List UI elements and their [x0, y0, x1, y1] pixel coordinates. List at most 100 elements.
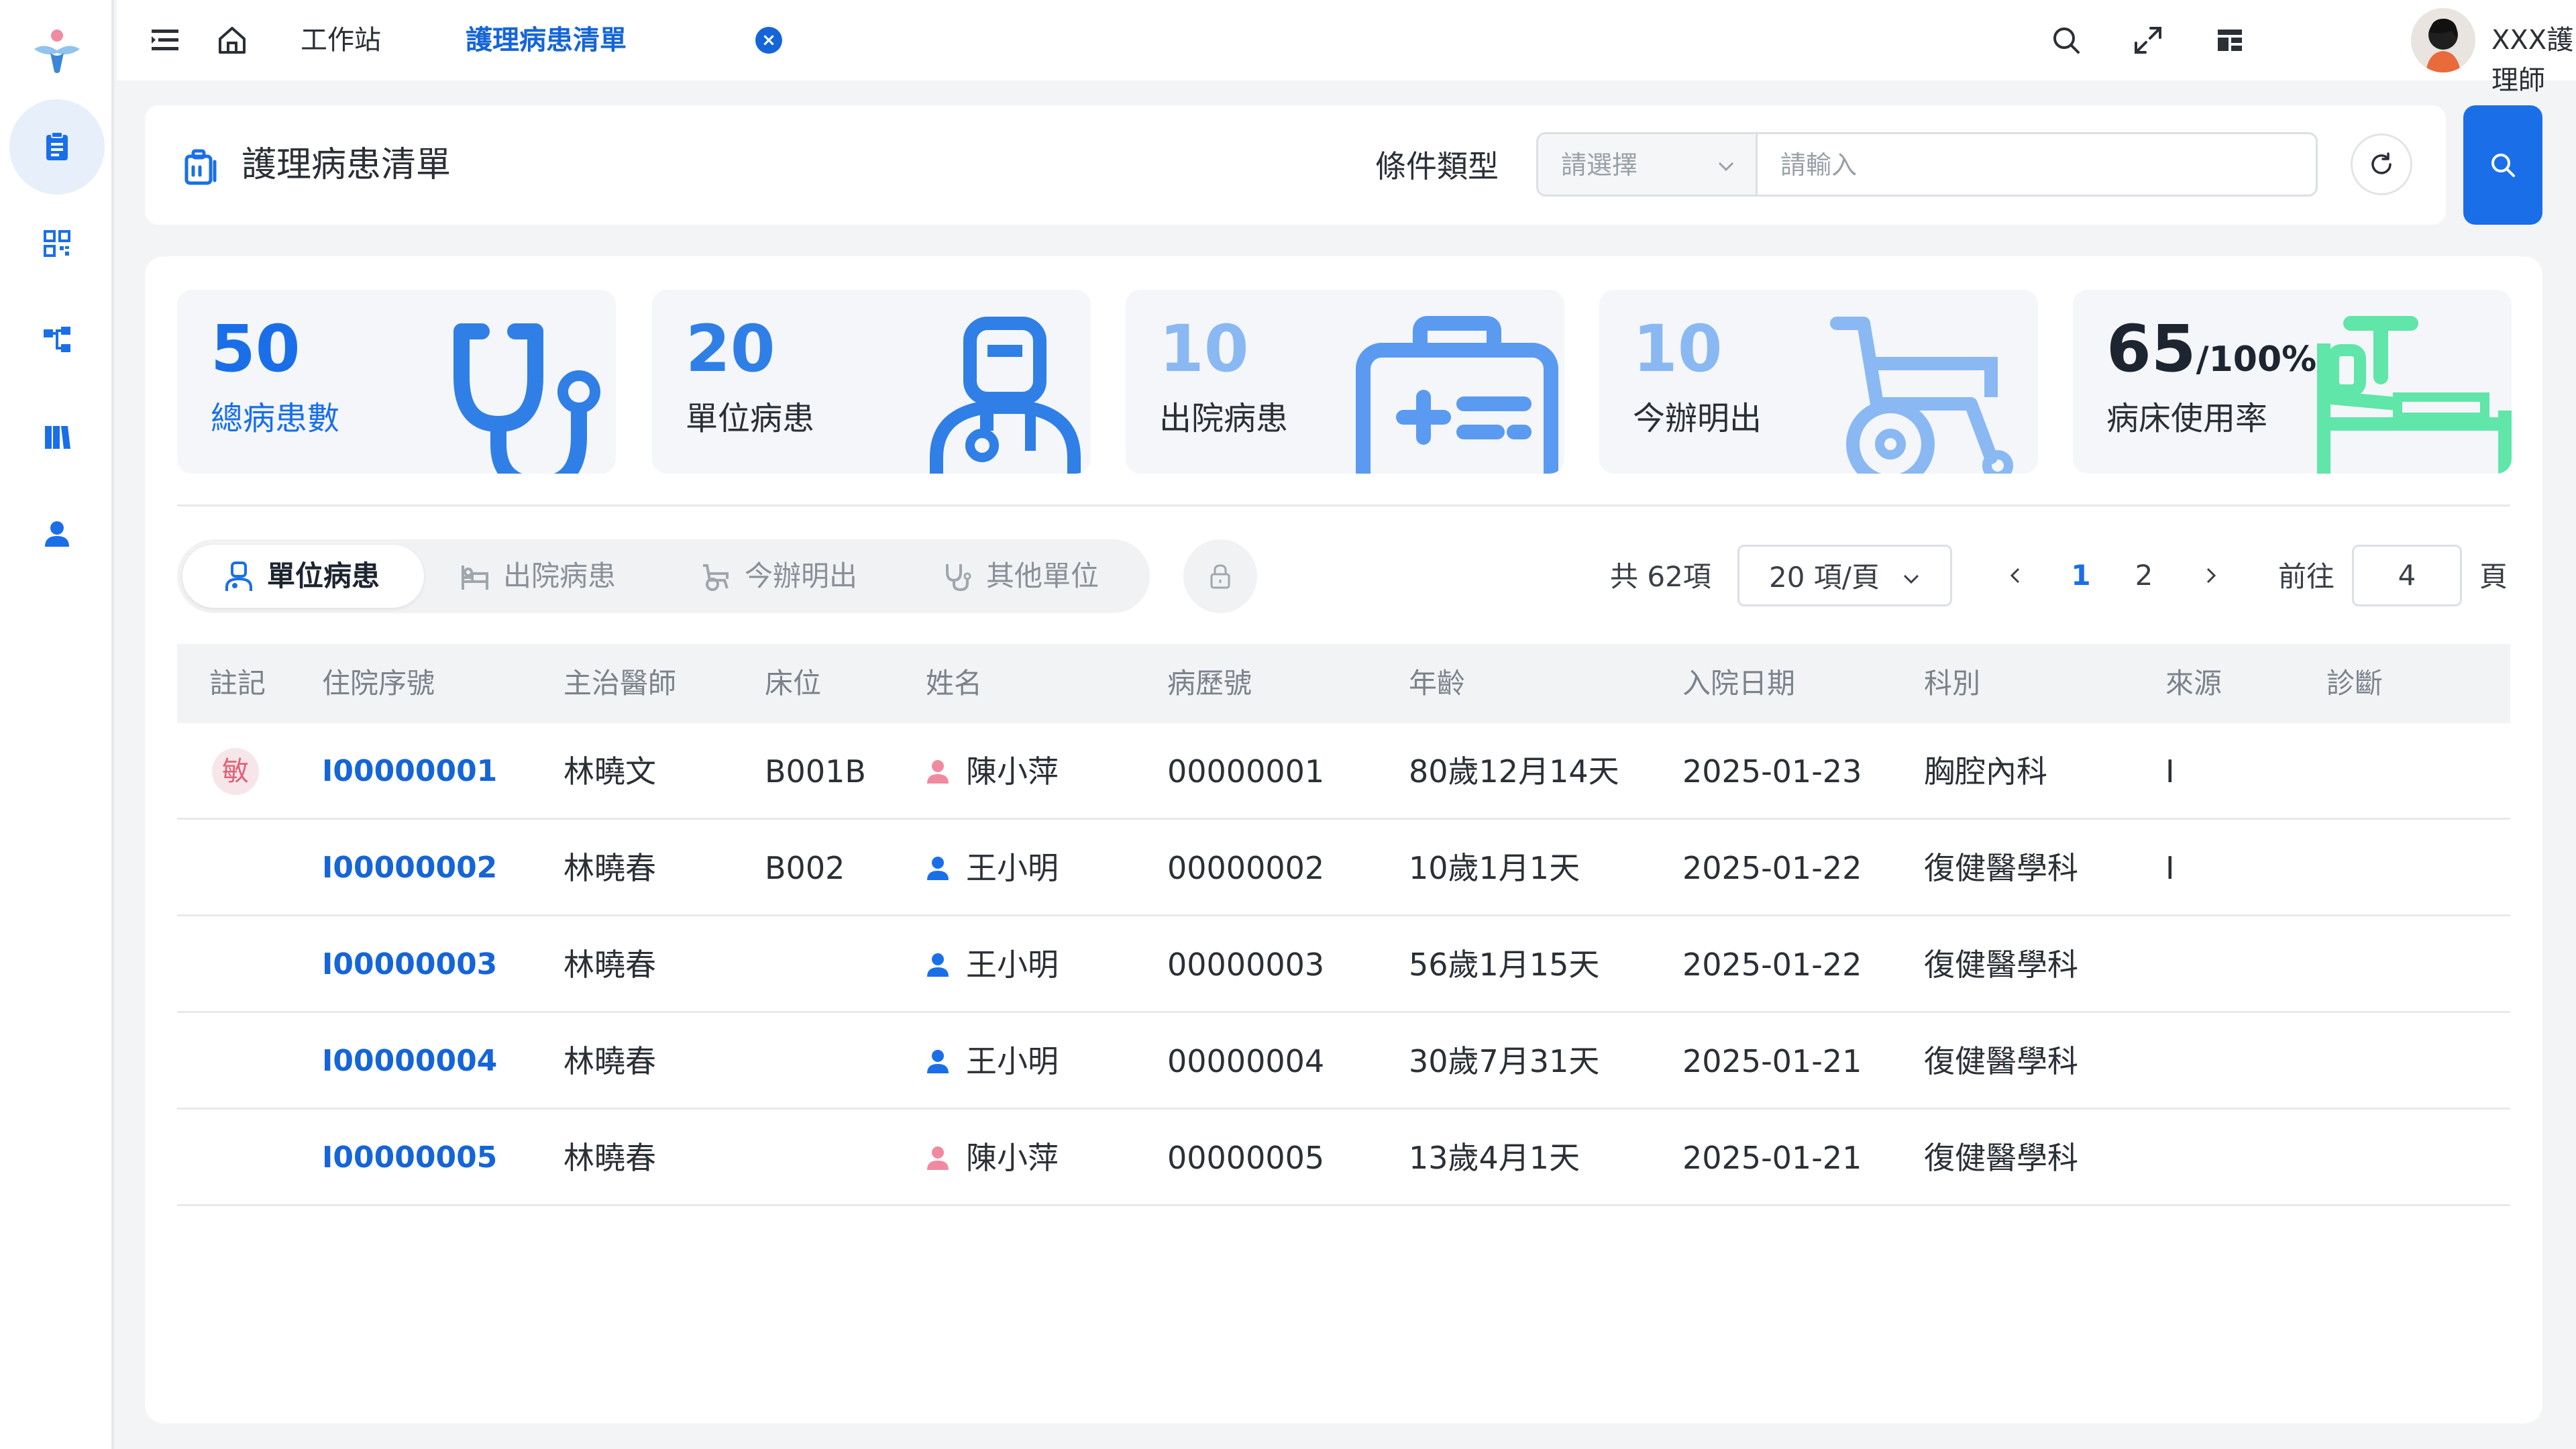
- avatar[interactable]: [2411, 8, 2475, 72]
- stat-card-unit-patients[interactable]: 20 單位病患: [652, 290, 1091, 474]
- table-row[interactable]: I00000005 林曉春 陳小萍 00000005 13歲4月1天 2025-…: [177, 1110, 2510, 1206]
- tab-other-units[interactable]: 其他單位: [942, 545, 1143, 608]
- col-mrn[interactable]: 病歷號: [1167, 663, 1252, 704]
- expand-icon: [2135, 27, 2161, 54]
- dept-cell: 復健醫學科: [1924, 1140, 2078, 1176]
- input-placeholder: 請輸入: [1780, 150, 1858, 180]
- wheelchair-icon: [703, 564, 729, 591]
- admit-date-cell: 2025-01-22: [1682, 947, 1862, 983]
- col-source[interactable]: 來源: [2165, 663, 2222, 704]
- search-icon: [2491, 154, 2515, 177]
- condition-type-select[interactable]: 請選擇: [1536, 132, 1758, 197]
- male-patient-icon: [927, 953, 949, 977]
- source-cell: I: [2165, 850, 2175, 886]
- admission-id-link[interactable]: I00000003: [322, 945, 497, 985]
- goto-label: 前往: [2278, 560, 2335, 593]
- age-cell: 13歲4月1天: [1409, 1140, 1580, 1176]
- col-doctor[interactable]: 主治醫師: [564, 663, 676, 704]
- tab-workstation[interactable]: 工作站: [301, 20, 381, 60]
- refresh-button[interactable]: [2351, 133, 2412, 195]
- doctor-cell: 林曉春: [564, 1140, 656, 1176]
- col-name[interactable]: 姓名: [926, 663, 982, 704]
- lock-button[interactable]: [1183, 539, 1257, 613]
- col-admission-id[interactable]: 住院序號: [322, 663, 435, 704]
- sidebar-item-structure[interactable]: [9, 292, 105, 388]
- user-icon: [45, 521, 69, 547]
- patient-tabs: 單位病患 出院病患 今辦明出 其他單位: [177, 539, 1150, 613]
- source-cell: I: [2165, 753, 2175, 790]
- col-bed[interactable]: 床位: [765, 663, 821, 704]
- condition-value-input[interactable]: 請輸入: [1756, 132, 2318, 197]
- table-row[interactable]: I00000002 林曉春 B002 王小明 00000002 10歲1月1天 …: [177, 820, 2510, 916]
- lock-icon: [1210, 564, 1230, 589]
- stethoscope-icon: [946, 564, 971, 592]
- col-note[interactable]: 註記: [209, 663, 266, 704]
- age-cell: 56歲1月15天: [1409, 947, 1600, 983]
- clipboard-icon: [46, 131, 68, 160]
- divider: [177, 504, 2510, 506]
- search-submit-button[interactable]: [2463, 105, 2542, 225]
- layout-button[interactable]: [2210, 20, 2250, 60]
- sidebar-item-user[interactable]: [9, 486, 105, 581]
- col-age[interactable]: 年齡: [1409, 663, 1465, 704]
- age-cell: 80歲12月14天: [1409, 753, 1619, 790]
- main-panel: 50 總病患數 20 單位病患 10 出院病患 10 今辦明出 65/100% …: [145, 256, 2542, 1424]
- chevron-down-icon: [1718, 162, 1734, 172]
- search-panel: 護理病患清單 條件類型 請選擇 請輸入: [145, 105, 2446, 225]
- tab-patient-list[interactable]: 護理病患清單: [466, 20, 627, 60]
- col-admit-date[interactable]: 入院日期: [1682, 663, 1795, 704]
- col-diagnosis[interactable]: 診斷: [2326, 663, 2383, 704]
- goto-page-input[interactable]: 4: [2352, 545, 2462, 606]
- mrn-cell: 00000003: [1167, 947, 1325, 983]
- stat-label: 出院病患: [1159, 400, 1289, 437]
- female-patient-icon: [927, 1146, 949, 1170]
- user-name[interactable]: XXX護理師: [2491, 20, 2576, 96]
- sidebar-item-books[interactable]: [9, 389, 105, 484]
- col-dept[interactable]: 科別: [1924, 663, 1980, 704]
- page-1-button[interactable]: 1: [2061, 555, 2101, 596]
- fullscreen-button[interactable]: [2128, 20, 2168, 60]
- page-size-select[interactable]: 20 項/頁: [1737, 545, 1952, 606]
- sidebar-item-patient-list[interactable]: [9, 99, 105, 195]
- stat-card-discharge-tomorrow[interactable]: 10 今辦明出: [1599, 290, 2038, 474]
- stat-value: 50: [211, 311, 301, 386]
- admit-date-cell: 2025-01-22: [1682, 850, 1862, 886]
- stat-card-discharged[interactable]: 10 出院病患: [1126, 290, 1564, 474]
- mrn-cell: 00000002: [1167, 850, 1325, 886]
- name-cell: 王小明: [966, 1043, 1059, 1079]
- table-row[interactable]: 敏 I00000001 林曉文 B001B 陳小萍 00000001 80歲12…: [177, 723, 2510, 820]
- name-cell: 王小明: [966, 947, 1059, 983]
- admission-id-link[interactable]: I00000004: [322, 1041, 497, 1081]
- prev-page-button[interactable]: [1999, 555, 2033, 596]
- admission-id-link[interactable]: I00000001: [322, 751, 497, 792]
- table-row[interactable]: I00000003 林曉春 王小明 00000003 56歲1月15天 2025…: [177, 916, 2510, 1013]
- mrn-cell: 00000004: [1167, 1043, 1325, 1079]
- page-2-button[interactable]: 2: [2124, 555, 2164, 596]
- menu-toggle[interactable]: [145, 20, 185, 60]
- male-patient-icon: [927, 1050, 949, 1073]
- mrn-cell: 00000005: [1167, 1140, 1325, 1176]
- stethoscope-icon: [453, 323, 600, 474]
- stat-card-bed-usage[interactable]: 65/100% 病床使用率: [2073, 290, 2512, 474]
- sidebar-item-qrcode[interactable]: [9, 196, 105, 291]
- total-count: 共 62項: [1610, 560, 1711, 593]
- admission-id-link[interactable]: I00000002: [322, 848, 497, 888]
- tab-label: 出院病患: [503, 559, 616, 592]
- home-button[interactable]: [212, 20, 252, 60]
- search-button[interactable]: [2046, 20, 2086, 60]
- medical-kit-icon: [1356, 316, 1558, 474]
- doctor-cell: 林曉春: [564, 1043, 656, 1079]
- stat-card-total-patients[interactable]: 50 總病患數: [177, 290, 616, 474]
- search-icon: [2053, 28, 2080, 54]
- tab-discharge-tomorrow[interactable]: 今辦明出: [700, 545, 928, 608]
- stat-value: 10: [1633, 311, 1723, 386]
- tab-close-button[interactable]: ×: [755, 27, 782, 54]
- stat-label: 今辦明出: [1633, 400, 1762, 437]
- name-cell: 陳小萍: [966, 753, 1059, 790]
- table-row[interactable]: I00000004 林曉春 王小明 00000004 30歲7月31天 2025…: [177, 1013, 2510, 1110]
- app-logo-icon[interactable]: [30, 23, 84, 77]
- tab-discharged[interactable]: 出院病患: [459, 545, 687, 608]
- tab-unit-patients[interactable]: 單位病患: [182, 545, 424, 608]
- next-page-button[interactable]: [2194, 555, 2227, 596]
- admission-id-link[interactable]: I00000005: [322, 1138, 497, 1178]
